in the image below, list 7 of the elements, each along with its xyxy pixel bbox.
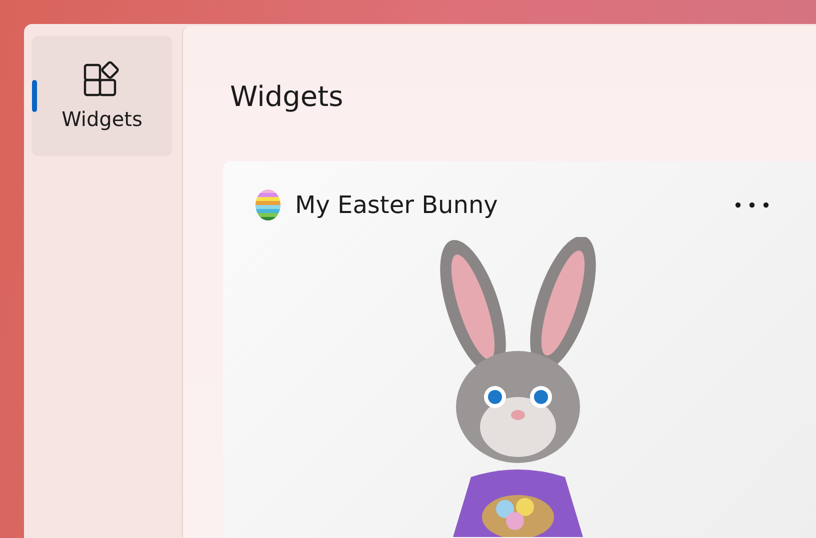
more-icon bbox=[735, 202, 769, 208]
selection-indicator bbox=[32, 80, 37, 112]
easter-egg-icon bbox=[255, 189, 281, 221]
sidebar-item[interactable]: Widgets bbox=[32, 36, 172, 156]
page-title: Widgets bbox=[230, 80, 344, 113]
widgets-icon bbox=[83, 61, 121, 97]
widget-title: My Easter Bunny bbox=[295, 191, 499, 219]
